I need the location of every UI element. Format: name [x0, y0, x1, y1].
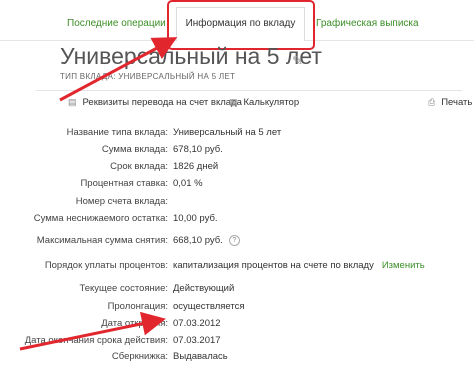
annotation-arrows: [19, 37, 178, 351]
arrow-to-open-date: [19, 311, 166, 351]
arrow-to-tab: [59, 37, 178, 102]
